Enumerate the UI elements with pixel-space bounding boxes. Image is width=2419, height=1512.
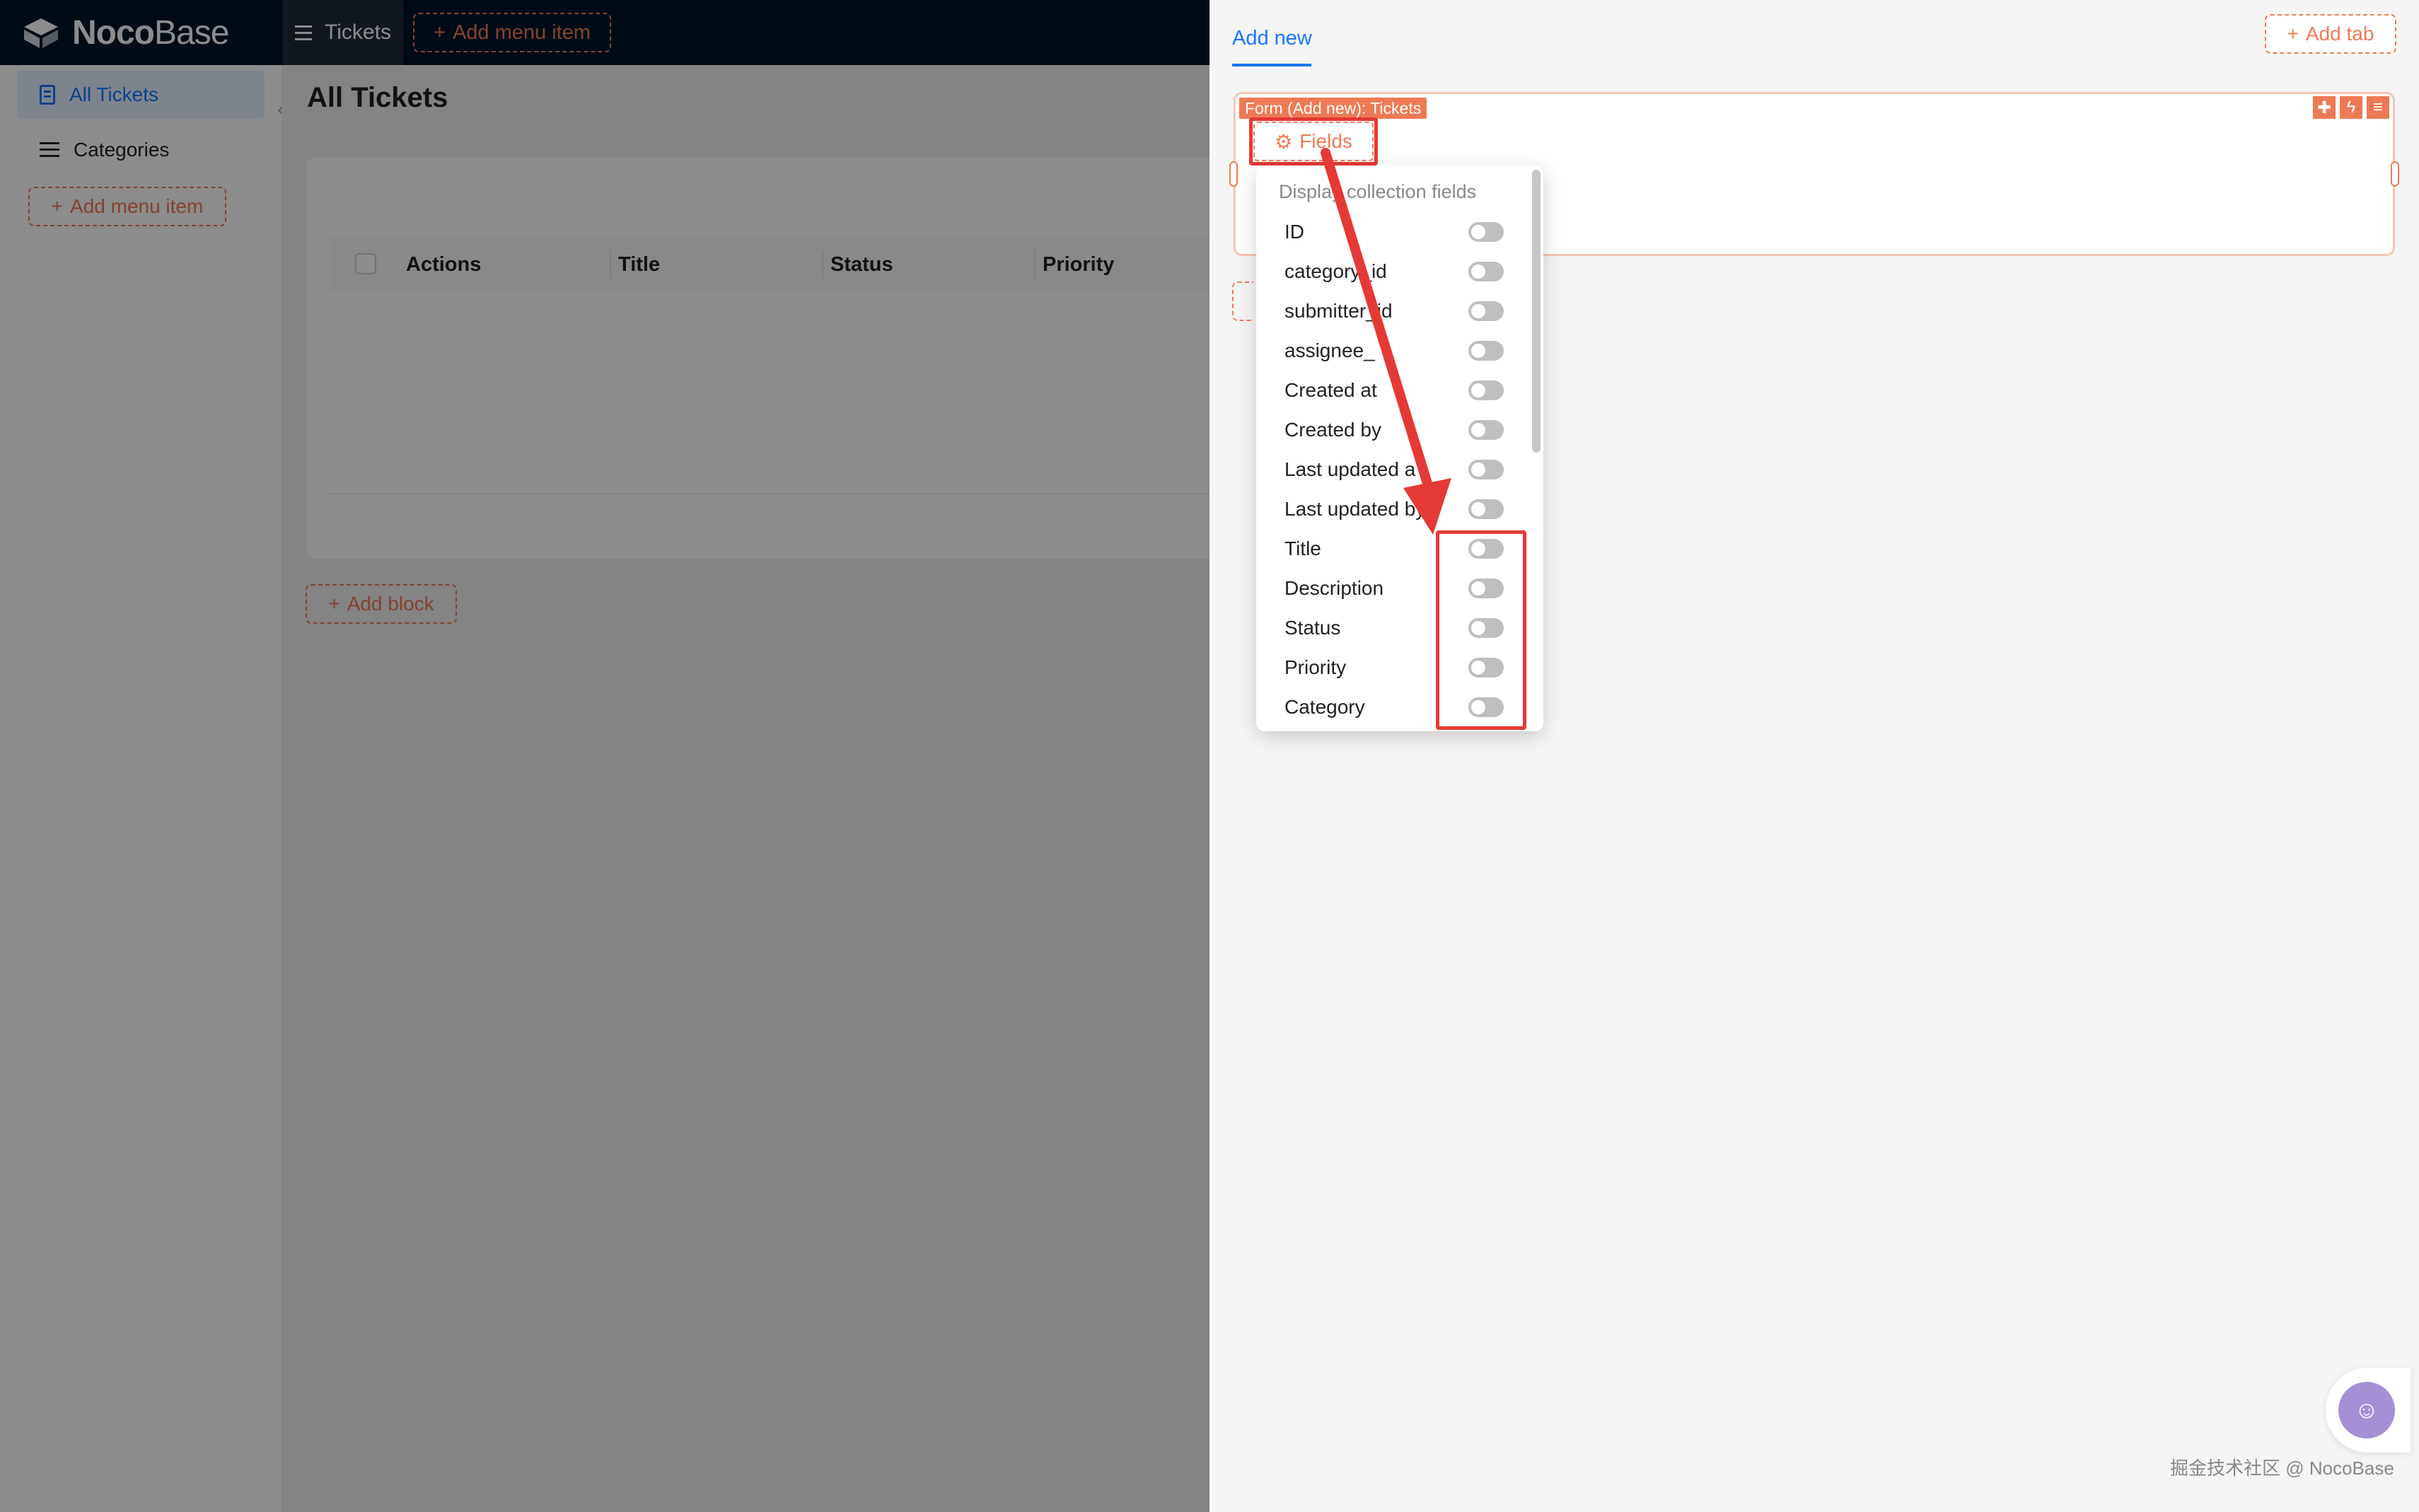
resize-handle-left[interactable]	[1229, 161, 1238, 187]
field-item-id[interactable]: ID	[1256, 212, 1525, 252]
field-label: Last updated a	[1284, 458, 1416, 480]
field-label: Created by	[1284, 419, 1381, 441]
field-label: Status	[1284, 617, 1341, 639]
lightning-icon[interactable]: ϟ	[2340, 96, 2362, 119]
add-block-button-drawer[interactable]	[1232, 281, 1253, 321]
annotation-highlight-fields	[1249, 117, 1378, 165]
field-item-created-by[interactable]: Created by	[1256, 410, 1525, 450]
support-avatar-icon[interactable]: ☺	[2338, 1382, 2395, 1438]
field-item-assignee-id[interactable]: assignee_	[1256, 331, 1525, 371]
plus-icon: +	[2287, 23, 2299, 45]
field-label: ID	[1284, 221, 1304, 243]
field-toggle[interactable]	[1468, 222, 1504, 242]
field-toggle[interactable]	[1468, 460, 1504, 479]
field-label: submitter_id	[1284, 300, 1393, 322]
field-toggle[interactable]	[1468, 262, 1504, 281]
form-block-badge: Form (Add new): Tickets	[1239, 98, 1427, 119]
tab-add-new[interactable]: Add new	[1232, 27, 1312, 50]
annotation-highlight-toggles	[1436, 530, 1526, 730]
field-label: Created at	[1284, 379, 1377, 401]
field-item-last-updated-at[interactable]: Last updated a	[1256, 450, 1525, 489]
dropdown-header: Display collection fields	[1279, 181, 1477, 202]
field-item-created-at[interactable]: Created at	[1256, 371, 1525, 410]
modal-mask[interactable]	[0, 0, 1210, 1512]
form-block-toolbar: ✚ ϟ ≡	[2313, 96, 2389, 119]
drawer-tabbar	[1210, 0, 2419, 71]
field-toggle[interactable]	[1468, 380, 1504, 400]
field-toggle[interactable]	[1468, 499, 1504, 519]
watermark: 掘金技术社区 @ NocoBase	[2170, 1458, 2394, 1479]
field-label: Priority	[1284, 656, 1347, 678]
field-label: category_id	[1284, 260, 1387, 282]
field-label: Description	[1284, 577, 1384, 599]
dropdown-scrollbar[interactable]	[1532, 170, 1541, 453]
field-toggle[interactable]	[1468, 301, 1504, 321]
settings-menu-icon[interactable]: ≡	[2367, 96, 2389, 119]
resize-handle-right[interactable]	[2391, 161, 2399, 187]
active-tab-indicator	[1232, 64, 1311, 66]
field-label: Category	[1284, 696, 1365, 718]
field-label: assignee_	[1284, 339, 1375, 361]
field-item-submitter-id[interactable]: submitter_id	[1256, 291, 1525, 331]
field-item-category-id[interactable]: category_id	[1256, 252, 1525, 291]
field-toggle[interactable]	[1468, 420, 1504, 440]
field-label: Title	[1284, 537, 1321, 559]
field-toggle[interactable]	[1468, 341, 1504, 361]
drag-move-icon[interactable]: ✚	[2313, 96, 2336, 119]
field-item-last-updated-by[interactable]: Last updated by	[1256, 489, 1525, 529]
add-tab-label: Add tab	[2305, 23, 2374, 45]
field-label: Last updated by	[1284, 498, 1426, 520]
add-tab-button[interactable]: + Add tab	[2265, 14, 2396, 54]
